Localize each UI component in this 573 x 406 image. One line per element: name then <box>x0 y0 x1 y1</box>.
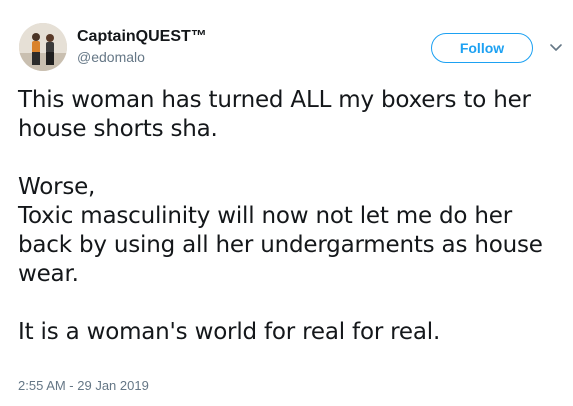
avatar[interactable] <box>19 23 67 71</box>
user-names: CaptainQUEST™ @edomalo <box>77 27 207 66</box>
tweet-text: This woman has turned ALL my boxers to h… <box>18 87 543 345</box>
tweet-timestamp[interactable]: 2:55 AM - 29 Jan 2019 <box>18 377 149 395</box>
display-name[interactable]: CaptainQUEST™ <box>77 27 207 47</box>
avatar-photo <box>19 23 67 71</box>
user-handle[interactable]: @edomalo <box>77 48 207 66</box>
chevron-down-icon[interactable] <box>549 40 563 54</box>
tweet-card: CaptainQUEST™ @edomalo Follow This woman… <box>0 0 573 406</box>
follow-button[interactable]: Follow <box>431 33 533 63</box>
